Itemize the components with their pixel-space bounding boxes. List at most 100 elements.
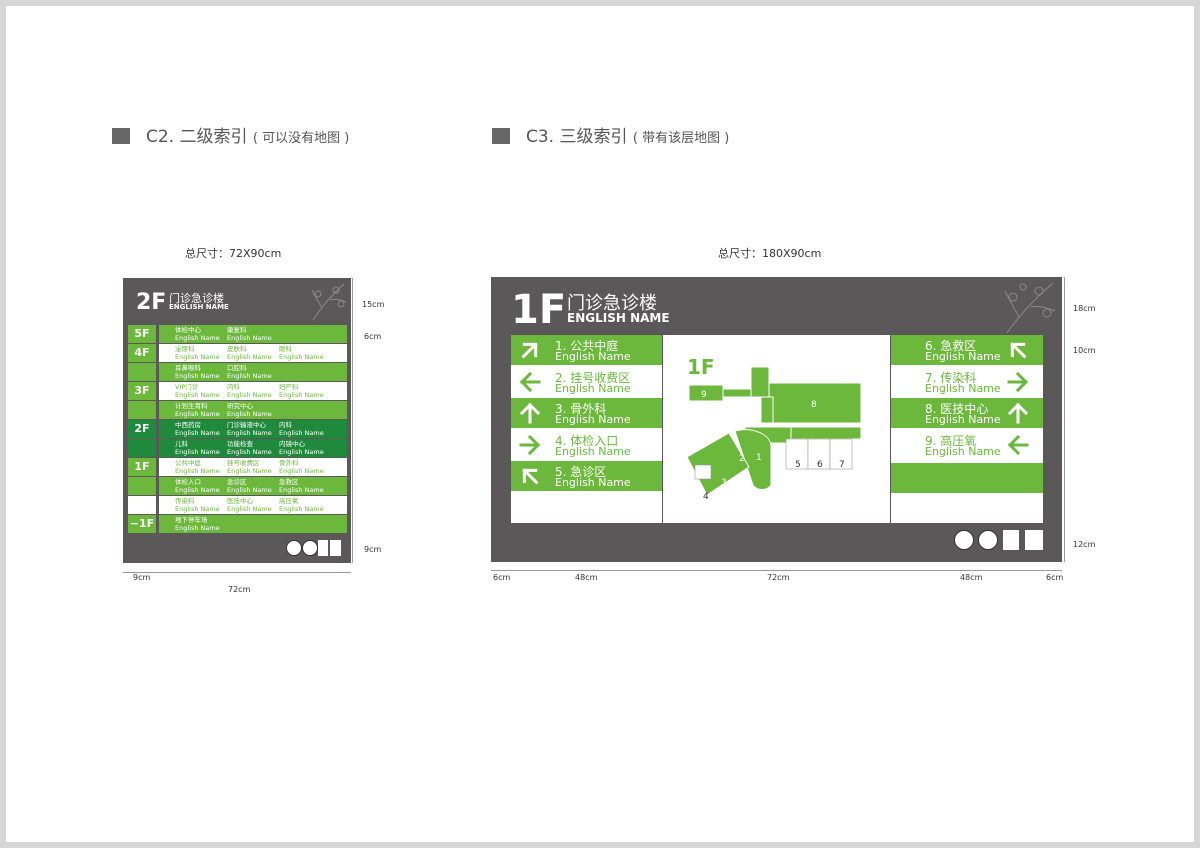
c3-dim-right: 6cm — [1046, 573, 1063, 582]
c3-direction-right: 9. 高压氧 English Name — [891, 430, 1043, 460]
c3-dim-line-h — [491, 570, 1062, 571]
decor-branch-icon — [1001, 279, 1059, 335]
c2-cell-cn: 儿科 — [175, 440, 220, 448]
c2-cell-cn: 地下停车场 — [175, 516, 220, 524]
c2-cell-en: English Name — [175, 467, 220, 475]
c2-row-cell: 高压氧English Name — [279, 497, 324, 513]
c2-cell-en: English Name — [175, 410, 220, 418]
map-label-9: 9 — [701, 390, 707, 400]
c3-direction-right: 8. 医技中心 English Name — [891, 398, 1043, 428]
c2-cell-cn: 康复科 — [227, 326, 272, 334]
c2-section-title: C2. 二级索引 ( 可以没有地图 ) — [112, 122, 349, 147]
c2-cell-cn: 门诊输液中心 — [227, 421, 272, 429]
c3-dim-bottom: 12cm — [1073, 540, 1095, 549]
direction-en: English Name — [925, 350, 1001, 363]
c2-size-label: 总尺寸：72X90cm — [185, 245, 281, 261]
c2-row-cell: VIP门诊English Name — [175, 383, 220, 399]
c2-cell-cn: 泌尿科 — [175, 345, 220, 353]
c2-cell-cn: 内科 — [227, 383, 272, 391]
direction-en: English Name — [925, 413, 1001, 426]
c2-row-cell: 急救区English Name — [279, 478, 324, 494]
c2-row-cell: 体检中心English Name — [175, 326, 220, 342]
map-label-4: 4 — [703, 492, 709, 502]
c2-cell-en: English Name — [227, 448, 272, 456]
c2-cell-cn: 计划生育科 — [175, 402, 220, 410]
c2-cell-cn: 耳鼻喉科 — [175, 364, 220, 372]
c3-dim-line — [1064, 277, 1065, 562]
arrow-up-right-icon — [519, 339, 541, 361]
c3-direction-right: 6. 急救区 English Name — [891, 335, 1043, 365]
c2-row: 体检入口English Name 急诊区 English Name急救区Englis… — [159, 477, 347, 495]
c3-dim-left: 6cm — [493, 573, 510, 582]
c2-cell-en: English Name — [175, 524, 220, 532]
c2-floor-cell: −1F — [128, 515, 156, 533]
c2-cell-cn: 急诊区 — [227, 478, 272, 486]
c2-header-en: ENGLISH NAME — [169, 303, 229, 311]
arrow-right-icon — [1007, 371, 1029, 393]
c3-direction-left: 3. 骨外科 English Name — [511, 398, 662, 428]
c2-row: 中西药房English Name门诊输液中心English Name内科Engl… — [159, 420, 347, 438]
direction-en: English Name — [555, 413, 631, 426]
c2-floor-cell: 2F — [128, 420, 156, 438]
c2-cell-en: English Name — [175, 372, 220, 380]
c2-cell-en: English Name — [227, 467, 272, 475]
c2-dim-line-h — [123, 572, 351, 573]
c2-cell-en: English Name — [175, 353, 220, 361]
c2-row-cell: 骨外科English Name — [279, 459, 324, 475]
c2-cell-en: English Name — [279, 448, 324, 456]
c2-row-cell: 泌尿科English Name — [175, 345, 220, 361]
c2-row-cell: 内科English Name — [227, 383, 272, 399]
c2-cell-en: English Name — [279, 353, 324, 361]
c2-cell-cn: 眼科 — [279, 345, 324, 353]
c2-dim-width: 72cm — [228, 585, 250, 594]
c2-row-cell: 地下停车场English Name — [175, 516, 220, 532]
c2-row: 地下停车场English Name — [159, 515, 347, 533]
c2-cell-en: English Name — [279, 429, 324, 437]
c2-floor-cell — [128, 439, 156, 457]
c2-cell-en: English Name — [227, 410, 272, 418]
c2-floor-cell: 4F — [128, 344, 156, 362]
c3-section-title: C3. 三级索引 ( 带有该层地图 ) — [492, 122, 729, 147]
c3-header-en: ENGLISH NAME — [567, 311, 670, 325]
c2-dim-top: 15cm — [362, 300, 384, 309]
direction-en: English Name — [555, 350, 631, 363]
arrow-up-icon — [1007, 402, 1029, 424]
c3-direction-left: 5. 急诊区 English Name — [511, 461, 662, 491]
c3-dim-col1: 48cm — [575, 573, 597, 582]
c2-cell-en: English Name — [175, 334, 220, 342]
c2-cell-en: English Name — [175, 391, 220, 399]
c2-row-cell: 体检入口English Name — [175, 478, 220, 494]
c2-cell-en: English Name — [227, 429, 272, 437]
c2-cell-cn: 医技中心 — [227, 497, 272, 505]
wheelchair-icon — [1025, 530, 1043, 550]
c2-row-cell: 中西药房English Name — [175, 421, 220, 437]
c2-row: 泌尿科English Name皮肤科English Name眼科English … — [159, 344, 347, 362]
arrow-left-icon — [1007, 434, 1029, 456]
c2-row-cell: 妇产科English Name — [279, 383, 324, 399]
c3-dim-band: 10cm — [1073, 346, 1095, 355]
c2-cell-cn: 挂号收费区 — [227, 459, 272, 467]
no-pets-icon — [302, 540, 318, 556]
direction-en: English Name — [555, 445, 631, 458]
elevator-icon — [318, 540, 328, 556]
c2-floor-cell — [128, 401, 156, 419]
c2-row: 传染科English Name医技中心English Name高压氧Englis… — [159, 496, 347, 514]
map-label-5: 5 — [795, 460, 801, 470]
map-label-7: 7 — [839, 460, 845, 470]
c2-header-floor: 2F — [136, 290, 166, 315]
c2-cell-en: English Name — [227, 372, 272, 380]
c2-row: VIP门诊English Name内科English Name妇产科Englis… — [159, 382, 347, 400]
c2-dim-line — [352, 278, 353, 563]
c2-floor-cell — [128, 363, 156, 381]
title-square-icon — [112, 128, 130, 144]
wheelchair-icon — [330, 540, 341, 556]
c2-floor-cell: 1F — [128, 458, 156, 476]
c2-cell-cn: 体检中心 — [175, 326, 220, 334]
no-smoking-icon — [286, 540, 302, 556]
direction-en: English Name — [925, 445, 1001, 458]
c2-cell-en: English Name — [175, 429, 220, 437]
c2-row-cell: 门诊输液中心English Name — [227, 421, 272, 437]
c2-cell-cn: 骨外科 — [279, 459, 324, 467]
c3-direction-left: 4. 体检入口 English Name — [511, 430, 662, 460]
c2-cell-en: English Name — [279, 486, 324, 494]
